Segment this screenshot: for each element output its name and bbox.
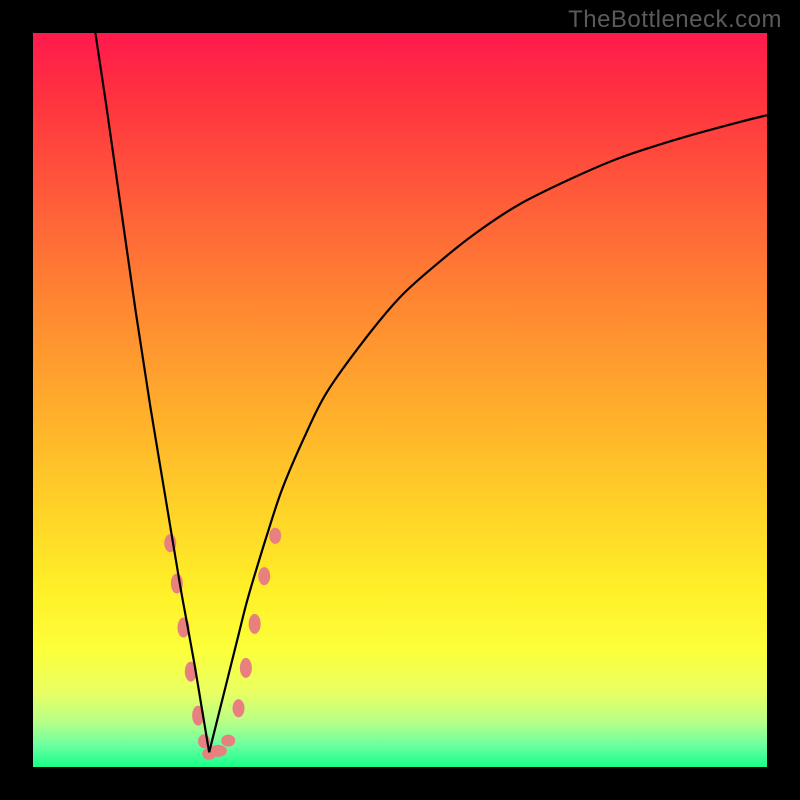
right-branch-curve [209,115,767,752]
chart-svg [0,0,800,800]
outer-frame: TheBottleneck.com [0,0,800,800]
highlight-dot [249,614,261,634]
highlight-dot [240,658,252,678]
left-branch-curve [95,33,209,752]
highlight-dot [258,567,270,585]
highlight-dot [233,699,245,717]
highlight-dot [221,735,235,747]
markers-group [164,528,281,760]
highlight-dot [269,528,281,544]
